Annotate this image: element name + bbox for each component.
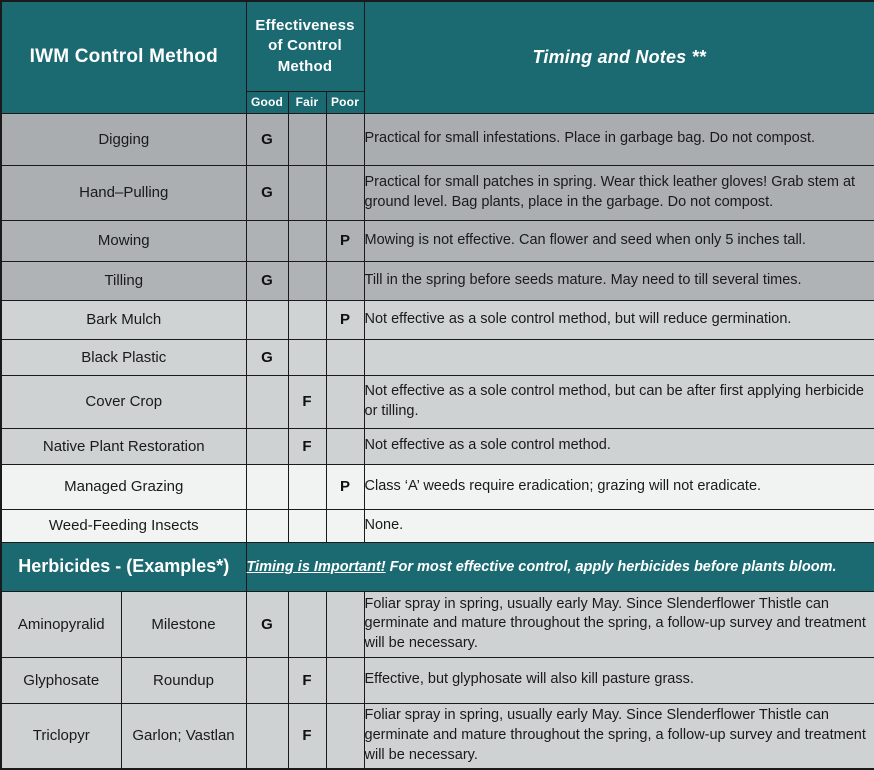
header-sub-poor: Poor	[325, 90, 365, 114]
table-row: Cover Crop F Not effective as a sole con…	[0, 374, 874, 429]
row-method-label: Native Plant Restoration	[0, 427, 247, 465]
row-method-label: Black Plastic	[0, 338, 247, 376]
herbicide-product-name: Roundup	[120, 656, 247, 704]
herbicides-banner-title: Herbicides - (Examples*)	[0, 541, 247, 592]
row-rating-good	[245, 374, 289, 429]
row-notes: Class ‘A’ weeds require eradication; gra…	[363, 463, 874, 510]
herbicide-rating-poor	[325, 656, 365, 704]
row-rating-fair	[287, 463, 327, 510]
row-rating-fair	[287, 508, 327, 543]
herbicide-rating-fair	[287, 590, 327, 658]
table-row: Tilling G Till in the spring before seed…	[0, 260, 874, 301]
row-rating-fair	[287, 219, 327, 262]
table-row: Native Plant Restoration F Not effective…	[0, 427, 874, 465]
row-rating-poor	[325, 338, 365, 376]
table-row: Weed-Feeding Insects None.	[0, 508, 874, 543]
row-rating-fair	[287, 299, 327, 340]
row-notes: Mowing is not effective. Can flower and …	[363, 219, 874, 262]
row-rating-fair	[287, 164, 327, 221]
herbicide-rating-good	[245, 702, 289, 770]
row-rating-fair	[287, 338, 327, 376]
table-row: Digging G Practical for small infestatio…	[0, 112, 874, 166]
row-notes: Till in the spring before seeds mature. …	[363, 260, 874, 301]
herbicide-notes: Foliar spray in spring, usually early Ma…	[363, 590, 874, 658]
table-header-row-1: IWM Control Method Effectiveness of Cont…	[0, 0, 874, 114]
herbicide-product-name: Milestone	[120, 590, 247, 658]
row-rating-fair	[287, 260, 327, 301]
row-method-label: Bark Mulch	[0, 299, 247, 340]
row-rating-good: G	[245, 112, 289, 166]
row-rating-good	[245, 299, 289, 340]
header-sub-good: Good	[245, 90, 289, 114]
herbicide-chemical-name: Glyphosate	[0, 656, 122, 704]
herbicide-row: Triclopyr Garlon; Vastlan F Foliar spray…	[0, 702, 874, 770]
row-rating-fair: F	[287, 374, 327, 429]
herbicide-notes: Effective, but glyphosate will also kill…	[363, 656, 874, 704]
herbicides-note-emphasis: Timing is Important!	[246, 558, 386, 575]
row-method-label: Cover Crop	[0, 374, 247, 429]
herbicide-row: Aminopyralid Milestone G Foliar spray in…	[0, 590, 874, 658]
row-rating-poor	[325, 112, 365, 166]
row-method-label: Weed-Feeding Insects	[0, 508, 247, 543]
row-rating-poor: P	[325, 299, 365, 340]
row-rating-good	[245, 427, 289, 465]
header-effectiveness-line-1: Effectiveness	[255, 17, 355, 34]
row-rating-good: G	[245, 164, 289, 221]
herbicide-rating-poor	[325, 702, 365, 770]
header-timing-and-notes: Timing and Notes **	[363, 0, 874, 114]
row-rating-poor	[325, 508, 365, 543]
header-effectiveness-line-3: Method	[277, 57, 333, 75]
row-rating-good: G	[245, 260, 289, 301]
row-notes: Not effective as a sole control method, …	[363, 374, 874, 429]
header-iwm-control-method: IWM Control Method	[0, 0, 247, 114]
row-rating-poor	[325, 260, 365, 301]
herbicides-banner-note: Timing is Important! For most effective …	[245, 541, 874, 592]
herbicides-note-rest: For most effective control, apply herbic…	[385, 558, 837, 575]
row-method-label: Mowing	[0, 219, 247, 262]
row-rating-fair	[287, 112, 327, 166]
herbicide-notes: Foliar spray in spring, usually early Ma…	[363, 702, 874, 770]
row-rating-poor	[325, 164, 365, 221]
row-method-label: Digging	[0, 112, 247, 166]
row-method-label: Tilling	[0, 260, 247, 301]
row-notes	[363, 338, 874, 376]
header-effectiveness-of-control-method: Effectiveness of Control Method	[245, 0, 365, 92]
row-notes: None.	[363, 508, 874, 543]
table-row: Managed Grazing P Class ‘A’ weeds requir…	[0, 463, 874, 510]
row-rating-good: G	[245, 338, 289, 376]
row-rating-good	[245, 463, 289, 510]
header-effectiveness-line-2: of Control	[268, 37, 342, 55]
herbicide-rating-poor	[325, 590, 365, 658]
herbicide-row: Glyphosate Roundup F Effective, but glyp…	[0, 656, 874, 704]
row-rating-poor	[325, 427, 365, 465]
herbicide-product-name: Garlon; Vastlan	[120, 702, 247, 770]
table-row: Black Plastic G	[0, 338, 874, 376]
herbicides-banner-row: Herbicides - (Examples*) Timing is Impor…	[0, 541, 874, 592]
herbicide-rating-fair: F	[287, 656, 327, 704]
header-sub-fair: Fair	[287, 90, 327, 114]
row-rating-fair: F	[287, 427, 327, 465]
row-rating-poor: P	[325, 219, 365, 262]
herbicide-rating-good: G	[245, 590, 289, 658]
herbicide-chemical-name: Triclopyr	[0, 702, 122, 770]
herbicide-rating-good	[245, 656, 289, 704]
row-notes: Practical for small patches in spring. W…	[363, 164, 874, 221]
row-notes: Practical for small infestations. Place …	[363, 112, 874, 166]
row-method-label: Hand–Pulling	[0, 164, 247, 221]
herbicide-chemical-name: Aminopyralid	[0, 590, 122, 658]
row-rating-poor	[325, 374, 365, 429]
herbicide-rating-fair: F	[287, 702, 327, 770]
table-row: Hand–Pulling G Practical for small patch…	[0, 164, 874, 221]
table-row: Bark Mulch P Not effective as a sole con…	[0, 299, 874, 340]
row-method-label: Managed Grazing	[0, 463, 247, 510]
row-rating-good	[245, 508, 289, 543]
table-row: Mowing P Mowing is not effective. Can fl…	[0, 219, 874, 262]
iwm-control-methods-table: IWM Control Method Effectiveness of Cont…	[0, 0, 874, 770]
row-notes: Not effective as a sole control method.	[363, 427, 874, 465]
row-notes: Not effective as a sole control method, …	[363, 299, 874, 340]
row-rating-good	[245, 219, 289, 262]
row-rating-poor: P	[325, 463, 365, 510]
